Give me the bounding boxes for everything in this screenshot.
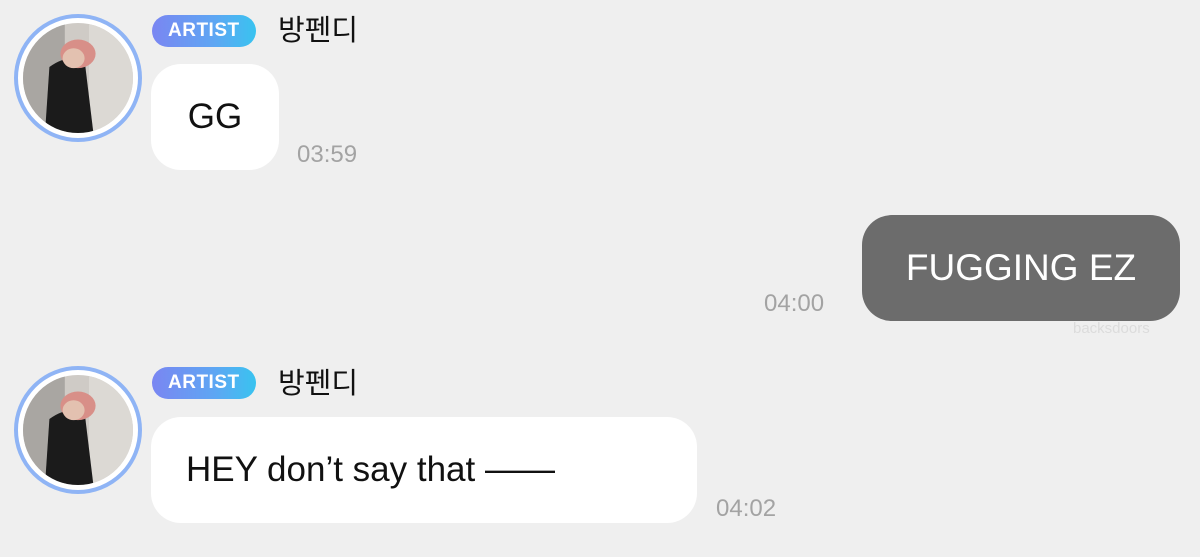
- avatar[interactable]: [14, 366, 142, 494]
- avatar[interactable]: [14, 14, 142, 142]
- artist-badge: ARTIST: [152, 15, 256, 47]
- message-timestamp: 04:02: [716, 495, 777, 522]
- message-timestamp: 03:59: [297, 141, 358, 168]
- message-timestamp: 04:00: [764, 290, 825, 317]
- watermark: backsdoors: [1073, 320, 1150, 337]
- message-bubble[interactable]: FUGGING EZ: [862, 215, 1180, 321]
- artist-badge: ARTIST: [152, 367, 256, 399]
- message-bubble[interactable]: GG: [151, 64, 279, 170]
- message-bubble[interactable]: HEY don’t say that ——: [151, 417, 697, 523]
- profile-photo-icon: [23, 23, 133, 133]
- sender-name[interactable]: 방펜디: [278, 366, 358, 402]
- sender-name[interactable]: 방펜디: [278, 13, 358, 49]
- profile-photo-icon: [23, 375, 133, 485]
